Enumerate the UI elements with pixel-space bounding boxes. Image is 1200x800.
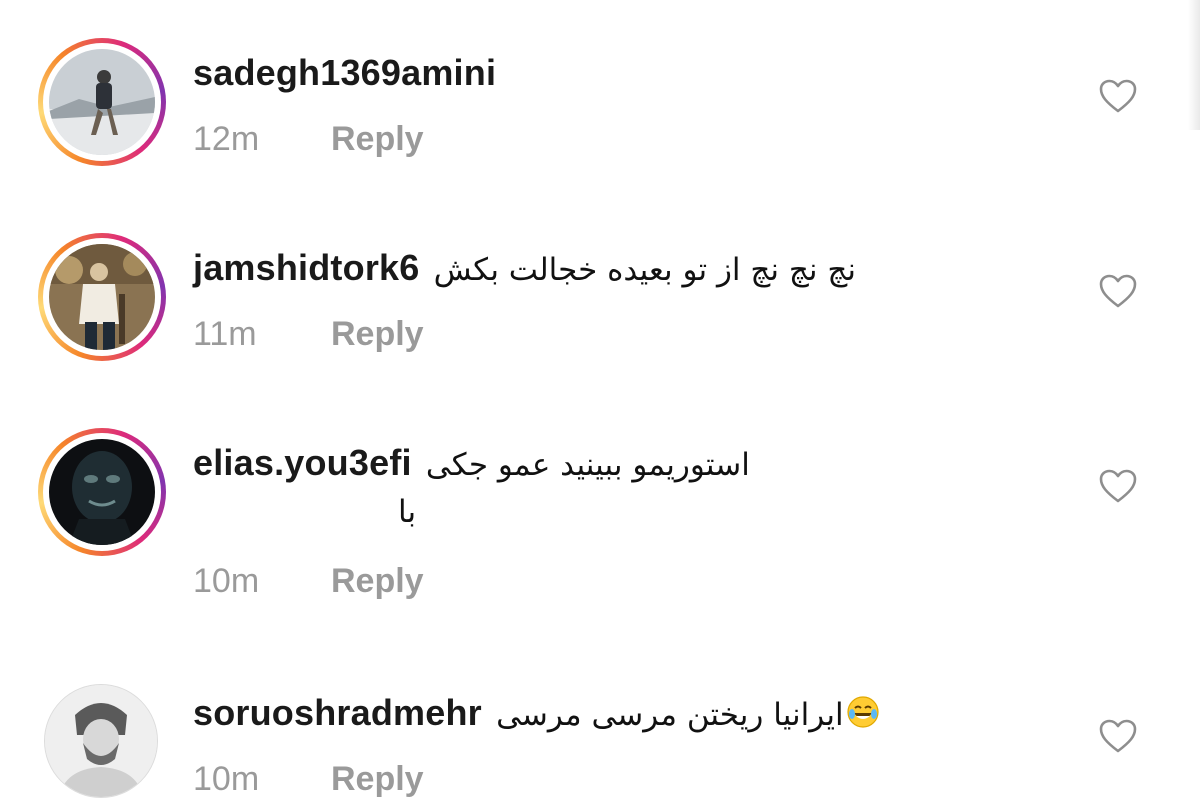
comment-timestamp: 10m — [193, 760, 260, 798]
comment-timestamp: 11m — [193, 315, 257, 353]
username-link[interactable]: jamshidtork6 — [193, 247, 419, 288]
comment-line: soruoshradmehr ایرانیا ریختن مرسی مرسی — [193, 692, 880, 734]
comment-item: jamshidtork6 نچ نچ نچ از تو بعیده خجالت … — [0, 195, 1200, 390]
comment-text-continuation: با — [398, 494, 417, 530]
comment-timestamp: 10m — [193, 562, 260, 600]
avatar-grayscale-portrait[interactable] — [44, 684, 158, 798]
username-link[interactable]: elias.you3efi — [193, 442, 412, 483]
comment-line: jamshidtork6 نچ نچ نچ از تو بعیده خجالت … — [193, 247, 856, 289]
avatar-dark-mask — [49, 439, 155, 545]
comment-text: نچ نچ نچ از تو بعیده خجالت بکش — [433, 252, 857, 288]
heart-outline-icon[interactable] — [1098, 468, 1138, 504]
avatar[interactable] — [38, 233, 166, 361]
reply-button[interactable]: Reply — [331, 120, 424, 159]
heart-outline-icon[interactable] — [1098, 718, 1138, 754]
reply-button[interactable]: Reply — [331, 562, 424, 601]
avatar-person-sepia — [49, 244, 155, 350]
username-link[interactable]: sadegh1369amini — [193, 52, 496, 93]
comment-line: elias.you3efi استوریمو ببینید عمو جکی — [193, 442, 750, 484]
comment-text-body: ایرانیا ریختن مرسی مرسی — [496, 697, 844, 733]
comment-line: sadegh1369amini — [193, 52, 496, 94]
comment-item: soruoshradmehr ایرانیا ریختن مرسی مرسی 1… — [0, 640, 1200, 800]
comment-text: استوریمو ببینید عمو جکی — [425, 447, 750, 483]
reply-button[interactable]: Reply — [331, 760, 424, 799]
comment-text: ایرانیا ریختن مرسی مرسی — [496, 696, 880, 733]
username-link[interactable]: soruoshradmehr — [193, 692, 482, 733]
tears-of-joy-emoji — [844, 696, 880, 733]
comment-item: elias.you3efi استوریمو ببینید عمو جکی با… — [0, 390, 1200, 640]
reply-button[interactable]: Reply — [331, 315, 424, 354]
avatar-person-snow — [49, 49, 155, 155]
heart-outline-icon[interactable] — [1098, 78, 1138, 114]
avatar[interactable] — [38, 428, 166, 556]
comment-item: sadegh1369amini 12m Reply — [0, 0, 1200, 195]
avatar[interactable] — [38, 38, 166, 166]
comment-timestamp: 12m — [193, 120, 260, 158]
heart-outline-icon[interactable] — [1098, 273, 1138, 309]
